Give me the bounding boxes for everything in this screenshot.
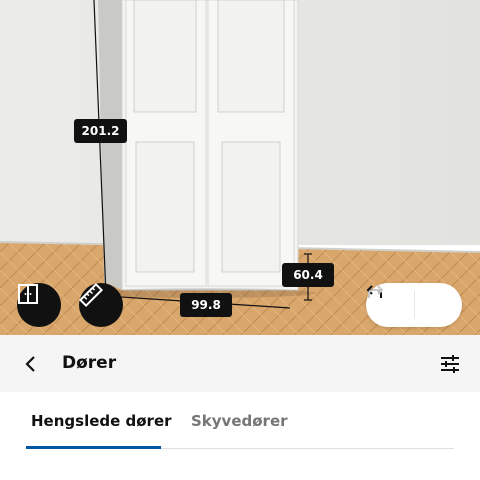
undo-redo-group xyxy=(366,283,462,327)
tab-hinged-doors[interactable]: Hengslede dører xyxy=(31,412,172,430)
height-dimension-label: 201.2 xyxy=(74,119,127,143)
back-button[interactable] xyxy=(18,351,44,377)
door-type-tabs: Hengslede dører Skyvedører xyxy=(0,392,480,480)
active-tab-indicator xyxy=(26,446,161,449)
sliders-icon xyxy=(441,355,459,373)
page-title: Dører xyxy=(62,353,117,373)
door-tool-button[interactable] xyxy=(17,283,61,327)
double-door-icon xyxy=(18,284,38,304)
tab-sliding-doors[interactable]: Skyvedører xyxy=(191,412,288,430)
width-dimension-label: 99.8 xyxy=(180,293,232,317)
redo-button[interactable] xyxy=(368,283,462,327)
category-header: Dører xyxy=(0,335,480,392)
ar-viewport[interactable]: 201.2 99.8 60.4 xyxy=(0,0,480,335)
chevron-left-icon xyxy=(25,356,35,372)
ruler-icon xyxy=(79,283,103,307)
measure-tool-button[interactable] xyxy=(79,283,123,327)
depth-dimension-label: 60.4 xyxy=(282,263,334,287)
filter-button[interactable] xyxy=(436,351,464,377)
redo-icon xyxy=(368,285,384,298)
